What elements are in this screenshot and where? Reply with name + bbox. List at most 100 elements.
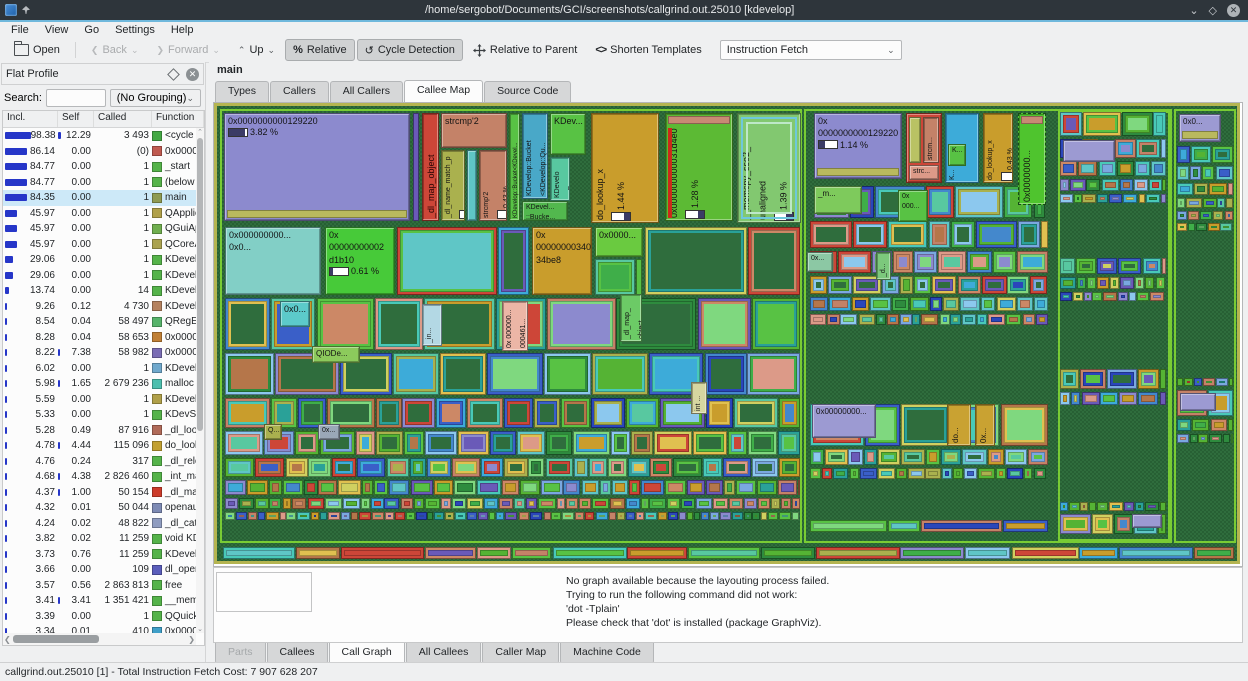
treemap-cell[interactable] <box>413 113 419 221</box>
treemap-cell[interactable] <box>311 512 319 520</box>
treemap-cell[interactable] <box>673 458 702 477</box>
treemap-cell[interactable] <box>351 512 358 520</box>
treemap-cell[interactable] <box>792 498 800 509</box>
treemap-cell[interactable] <box>269 498 281 509</box>
treemap-cell[interactable] <box>1018 221 1040 248</box>
treemap-block[interactable]: 0x00000000... <box>812 404 876 438</box>
up-button[interactable]: ⌃ Up ⌄ <box>230 39 283 61</box>
treemap-cell[interactable] <box>1203 198 1217 208</box>
treemap-cell[interactable] <box>375 298 423 350</box>
treemap-cell[interactable] <box>592 498 609 509</box>
treemap-cell[interactable] <box>1076 258 1096 274</box>
treemap-cell[interactable] <box>1228 419 1233 431</box>
treemap-cell[interactable] <box>223 547 295 559</box>
treemap-cell[interactable] <box>1036 314 1048 325</box>
treemap-cell[interactable] <box>878 449 900 465</box>
treemap-cell[interactable] <box>1177 166 1189 180</box>
treemap-cell[interactable] <box>338 480 361 495</box>
treemap-cell[interactable] <box>1060 277 1076 289</box>
treemap-cell[interactable] <box>1223 434 1230 443</box>
treemap-cell[interactable] <box>723 458 751 477</box>
treemap-cell[interactable] <box>496 512 504 520</box>
treemap-cell[interactable] <box>1217 198 1225 208</box>
treemap-cell[interactable] <box>706 398 733 428</box>
treemap-cell[interactable] <box>828 276 852 294</box>
treemap-cell[interactable] <box>778 431 800 455</box>
treemap-block[interactable]: _m... <box>814 186 862 214</box>
menu-settings[interactable]: Settings <box>108 23 162 37</box>
treemap-cell[interactable] <box>758 498 770 509</box>
treemap-cell[interactable] <box>988 449 1004 465</box>
treemap-cell[interactable] <box>1138 392 1158 405</box>
treemap-cell[interactable] <box>1060 514 1091 534</box>
menu-file[interactable]: File <box>4 23 36 37</box>
treemap-cell[interactable] <box>781 498 791 509</box>
treemap-cell[interactable] <box>1211 419 1227 431</box>
table-row[interactable]: 4.684.382 826 460_int_malloc <box>3 469 196 485</box>
treemap-cell[interactable] <box>810 276 827 294</box>
treemap-cell[interactable] <box>258 512 265 520</box>
tab-all-callees[interactable]: All Callees <box>406 643 482 664</box>
treemap-cell[interactable] <box>951 221 975 248</box>
treemap-cell[interactable] <box>997 297 1016 311</box>
treemap-cell[interactable] <box>308 498 324 509</box>
treemap-cell[interactable] <box>255 498 269 509</box>
table-row[interactable]: 3.390.001QQuickView... <box>3 609 196 625</box>
treemap-cell[interactable] <box>477 547 511 559</box>
table-row[interactable]: 86.140.00(0)0x000000000... <box>3 144 196 160</box>
tab-types[interactable]: Types <box>215 81 269 102</box>
treemap-cell[interactable] <box>1149 179 1162 191</box>
treemap-cell[interactable] <box>667 498 680 509</box>
table-header[interactable]: Incl.SelfCalledFunction <box>3 111 204 128</box>
treemap-cell[interactable] <box>1118 258 1141 274</box>
treemap-block[interactable]: do_lookup_x0.43 % <box>983 113 1013 183</box>
treemap-cell[interactable] <box>978 468 995 479</box>
treemap-cell[interactable] <box>372 512 384 520</box>
treemap-cell[interactable] <box>1080 502 1088 511</box>
treemap-cell[interactable] <box>425 498 440 509</box>
treemap-cell[interactable] <box>402 398 435 428</box>
treemap-cell[interactable] <box>236 512 247 520</box>
treemap-cell[interactable] <box>1099 161 1116 176</box>
treemap-cell[interactable] <box>1160 502 1166 511</box>
treemap-cell[interactable] <box>1156 277 1165 289</box>
treemap-cell[interactable] <box>1216 378 1228 386</box>
treemap-cell[interactable] <box>1162 179 1166 191</box>
treemap-cell[interactable] <box>1194 183 1208 195</box>
treemap-cell[interactable] <box>636 512 644 520</box>
treemap-cell[interactable] <box>608 458 627 477</box>
treemap-cell[interactable] <box>629 480 640 495</box>
treemap-cell[interactable] <box>467 498 483 509</box>
treemap-cell[interactable] <box>304 480 318 495</box>
treemap-cell[interactable] <box>896 468 907 479</box>
treemap-cell[interactable] <box>1092 514 1113 534</box>
treemap-cell[interactable] <box>779 512 791 520</box>
tab-parts[interactable]: Parts <box>215 643 266 664</box>
treemap-cell[interactable] <box>591 398 625 428</box>
treemap-cell[interactable] <box>454 480 476 495</box>
float-dock-icon[interactable] <box>167 68 180 81</box>
treemap-cell[interactable] <box>941 449 961 465</box>
treemap-cell[interactable] <box>1097 258 1117 274</box>
treemap-cell[interactable] <box>1089 502 1096 511</box>
treemap-cell[interactable] <box>441 498 451 509</box>
menu-help[interactable]: Help <box>164 23 201 37</box>
treemap-block[interactable]: KDevelop::Bucket<KDevel... <box>509 113 520 221</box>
treemap-cell[interactable] <box>574 458 588 477</box>
treemap-cell[interactable] <box>649 498 666 509</box>
treemap-cell[interactable] <box>225 353 274 395</box>
treemap-block[interactable]: KDevel...::Bucke... <box>522 201 568 221</box>
treemap-cell[interactable] <box>1073 292 1083 301</box>
treemap-cell[interactable] <box>566 498 578 509</box>
table-row[interactable]: 4.371.0050 154_dl_map_o... <box>3 485 196 501</box>
treemap-cell[interactable] <box>900 314 912 325</box>
treemap-cell[interactable] <box>921 520 1002 532</box>
treemap-cell[interactable] <box>852 297 869 311</box>
treemap-cell[interactable] <box>631 431 653 455</box>
treemap-cell[interactable] <box>328 512 340 520</box>
treemap-cell[interactable] <box>283 498 291 509</box>
treemap-cell[interactable] <box>962 449 987 465</box>
treemap-cell[interactable] <box>942 468 952 479</box>
treemap-block[interactable]: K... <box>948 144 966 166</box>
tab-machine-code[interactable]: Machine Code <box>560 643 654 664</box>
